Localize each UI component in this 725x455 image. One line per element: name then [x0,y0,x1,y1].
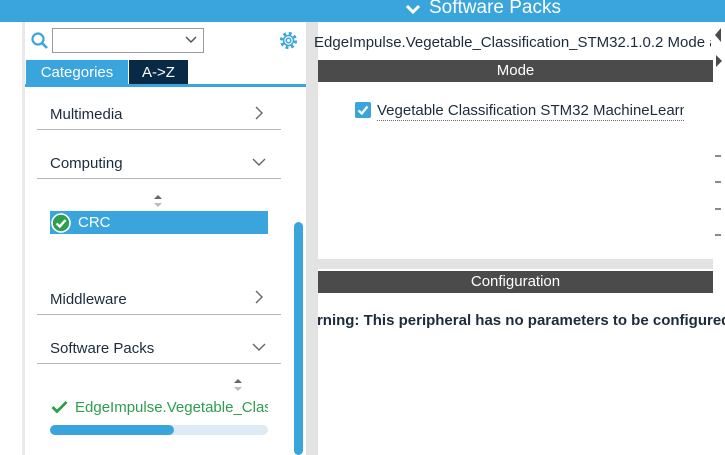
scrollbar-thumb[interactable] [50,425,175,435]
category-software-packs[interactable]: Software Packs [50,340,154,357]
chevron-down-icon[interactable] [252,155,266,169]
row-divider [37,129,281,130]
chevron-right-icon[interactable] [714,54,724,68]
mode-option-label[interactable]: Vegetable Classification STM32 MachineLe… [377,102,684,121]
sort-arrows-icon[interactable] [152,194,164,208]
right-panel [318,22,713,455]
sort-arrows-icon[interactable] [232,378,244,392]
warning-message: Warning: This peripheral has no paramete… [318,312,725,329]
edge-mark [715,208,721,210]
search-input[interactable] [52,28,204,53]
breadcrumb: EdgeImpulse.Vegetable_Classification_STM… [314,34,711,51]
chevron-right-icon[interactable] [252,290,266,304]
tab-a-to-z[interactable]: A->Z [129,60,188,85]
category-computing[interactable]: Computing [50,155,123,172]
category-middleware[interactable]: Middleware [50,291,127,308]
checkbox-icon[interactable] [355,102,371,118]
check-circle-icon [51,213,71,233]
right-panel-edge [713,22,725,455]
chevron-down-icon [405,4,421,15]
tabs-underline [25,84,306,87]
search-icon[interactable] [30,31,50,51]
software-packs-banner[interactable]: Software Packs [0,0,725,22]
collapse-arrow-icon[interactable] [713,26,723,44]
dropdown-caret-icon[interactable] [184,35,198,45]
edge-mark [715,181,721,183]
chevron-right-icon[interactable] [252,106,266,120]
chevron-down-icon[interactable] [252,340,266,354]
banner-title: Software Packs [429,0,561,18]
check-icon [51,401,68,414]
panel-splitter[interactable] [306,22,318,455]
row-divider [37,314,281,315]
list-item-edgeimpulse-pack[interactable]: EdgeImpulse.Vegetable_Classification_STM… [75,399,268,416]
category-multimedia[interactable]: Multimedia [50,106,123,123]
mode-header: Mode [318,60,713,82]
vertical-scrollbar-thumb[interactable] [294,222,303,455]
edge-mark [715,234,721,236]
list-item-label: CRC [78,214,111,231]
edge-mark [715,155,721,157]
row-divider [37,178,281,179]
gear-icon[interactable] [278,30,299,51]
configuration-header: Configuration [318,271,713,293]
tab-categories[interactable]: Categories [26,60,128,85]
row-divider [37,363,281,364]
panel-splitter-horizontal[interactable] [318,259,713,269]
stm32cube-pinout-view: Software Packs Categories A->Z Multimedi… [0,0,725,455]
horizontal-scrollbar[interactable] [50,425,268,435]
